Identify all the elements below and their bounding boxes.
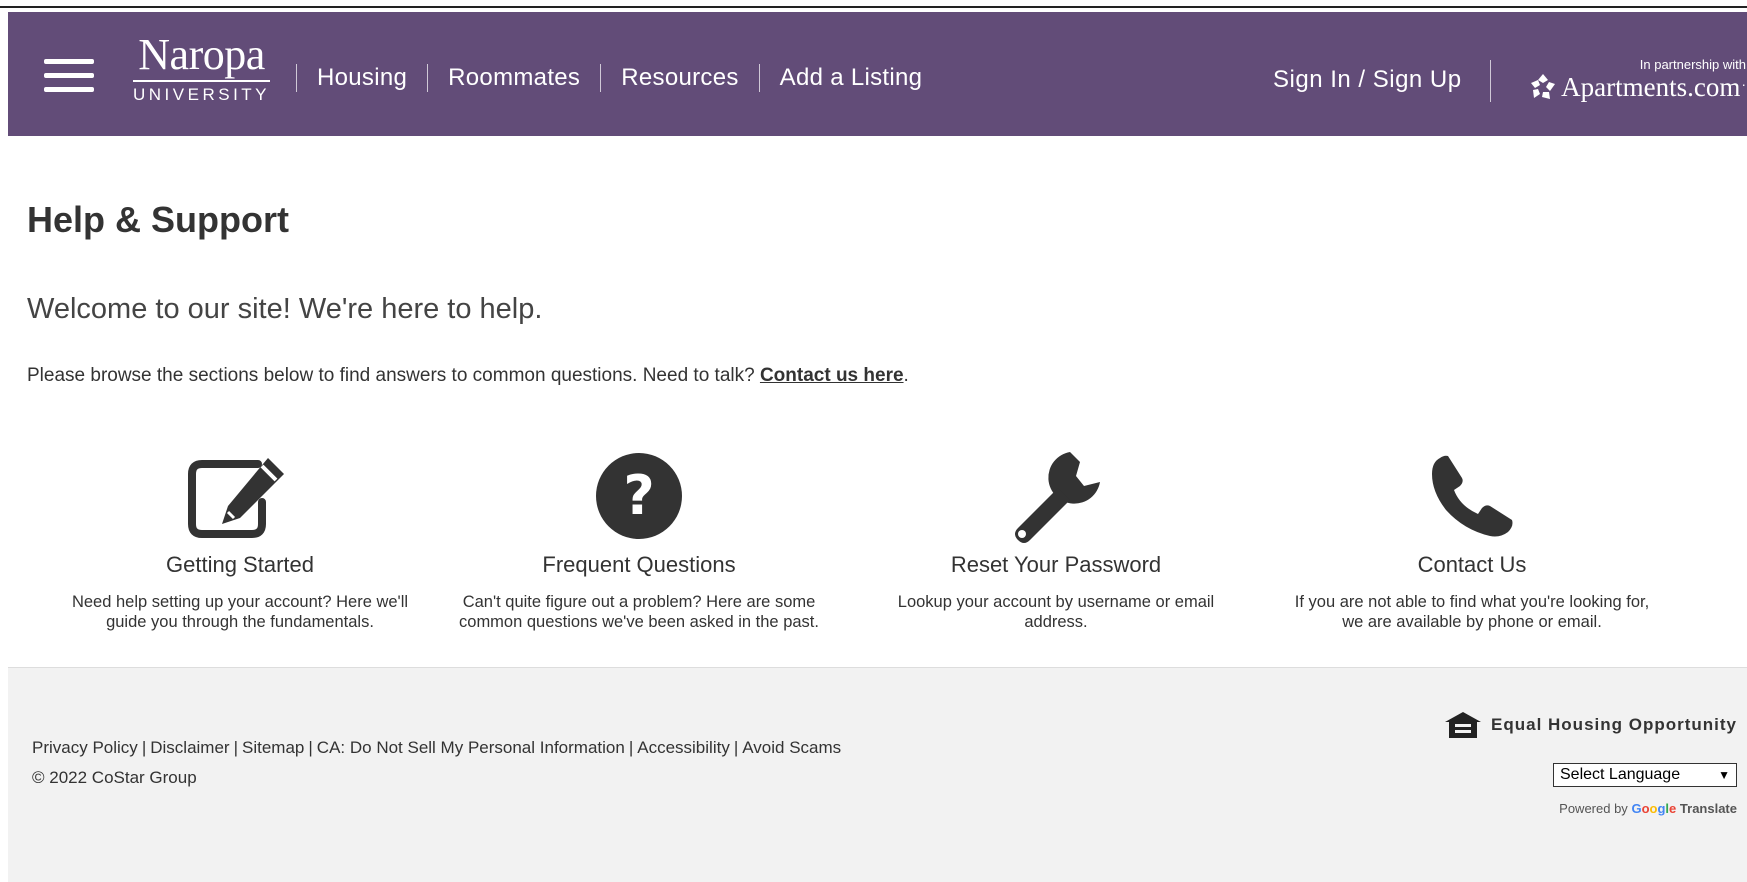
chevron-down-icon: ▼	[1718, 768, 1730, 782]
accessibility-link[interactable]: Accessibility	[637, 738, 730, 757]
disclaimer-link[interactable]: Disclaimer	[150, 738, 229, 757]
partner-brand: Apartments.com	[1561, 72, 1741, 102]
equal-housing-icon	[1445, 712, 1482, 738]
edit-icon	[188, 458, 284, 538]
card-getting-started[interactable]: Getting Started Need help setting up you…	[50, 448, 430, 632]
phone-icon	[1432, 455, 1513, 537]
google-translate-credit: Powered by Google Translate	[1559, 801, 1737, 816]
card-title: Getting Started	[166, 552, 314, 577]
language-select-value: Select Language	[1560, 766, 1681, 783]
card-description: If you are not able to find what you're …	[1294, 593, 1650, 631]
welcome-heading: Welcome to our site! We're here to help.	[27, 293, 543, 325]
sitemap-link[interactable]: Sitemap	[242, 738, 304, 757]
site-footer: Privacy Policy | Disclaimer | Sitemap | CA: Do…	[8, 667, 1747, 882]
nav-housing[interactable]: Housing	[297, 64, 427, 92]
svg-text:?: ?	[623, 464, 654, 527]
translate-link[interactable]: Translate	[1680, 801, 1737, 816]
apartments-partner-logo[interactable]: In partnership with Apartments.com ·	[1518, 58, 1746, 102]
question-icon: ?	[596, 453, 682, 539]
header-divider	[1490, 60, 1491, 102]
card-description: Need help setting up your account? Here …	[71, 593, 409, 631]
google-logo[interactable]: Google	[1631, 801, 1676, 816]
logo-wordmark: Naropa	[138, 30, 265, 79]
avoid-scams-link[interactable]: Avoid Scams	[742, 738, 841, 757]
intro-text: Please browse the sections below to find…	[27, 365, 909, 387]
help-content: Help & Support Welcome to our site! We'r…	[27, 199, 1727, 632]
privacy-policy-link[interactable]: Privacy Policy	[32, 738, 138, 757]
card-contact-us[interactable]: Contact Us If you are not able to find w…	[1282, 448, 1662, 632]
contact-us-link[interactable]: Contact us here	[760, 365, 904, 386]
top-border	[0, 0, 1747, 8]
sign-in-link[interactable]: Sign In / Sign Up	[1273, 66, 1462, 94]
card-title: Frequent Questions	[542, 552, 736, 577]
main-nav: Housing Roommates Resources Add a Listin…	[296, 58, 942, 98]
nav-resources[interactable]: Resources	[601, 64, 758, 92]
footer-links: Privacy Policy | Disclaimer | Sitemap | CA: Do…	[32, 738, 842, 757]
card-reset-password[interactable]: Reset Your Password Lookup your account …	[866, 448, 1246, 632]
copyright-text: © 2022 CoStar Group	[32, 768, 197, 787]
nav-add-listing[interactable]: Add a Listing	[760, 64, 943, 92]
language-select[interactable]: Select Language ▼	[1553, 763, 1737, 787]
site-header: Naropa UNIVERSITY Housing Roommates Reso…	[8, 12, 1747, 136]
equal-housing-badge: Equal Housing Opportunity	[1443, 710, 1737, 740]
partner-caption: In partnership with	[1639, 57, 1746, 72]
wrench-icon	[1015, 452, 1100, 543]
card-title: Reset Your Password	[950, 552, 1162, 577]
logo-subtitle: UNIVERSITY	[133, 85, 271, 104]
card-description: Can't quite figure out a problem? Here a…	[459, 593, 819, 631]
card-description: Lookup your account by username or email…	[897, 593, 1215, 631]
card-title: Contact Us	[1417, 552, 1527, 577]
intro-period: .	[903, 365, 909, 386]
equal-housing-label: Equal Housing Opportunity	[1491, 715, 1737, 734]
apartments-logo-icon	[1531, 74, 1556, 99]
powered-by-label: Powered by	[1559, 801, 1628, 816]
partner-trademark: ·	[1741, 76, 1746, 92]
nav-roommates[interactable]: Roommates	[428, 64, 600, 92]
menu-icon[interactable]	[44, 59, 94, 93]
card-frequent-questions[interactable]: ? Frequent Questions Can't quite figure …	[449, 448, 829, 632]
do-not-sell-link[interactable]: CA: Do Not Sell My Personal Information	[317, 738, 625, 757]
naropa-logo[interactable]: Naropa UNIVERSITY	[133, 30, 271, 104]
page-title: Help & Support	[27, 199, 289, 240]
intro-body: Please browse the sections below to find…	[27, 365, 760, 386]
